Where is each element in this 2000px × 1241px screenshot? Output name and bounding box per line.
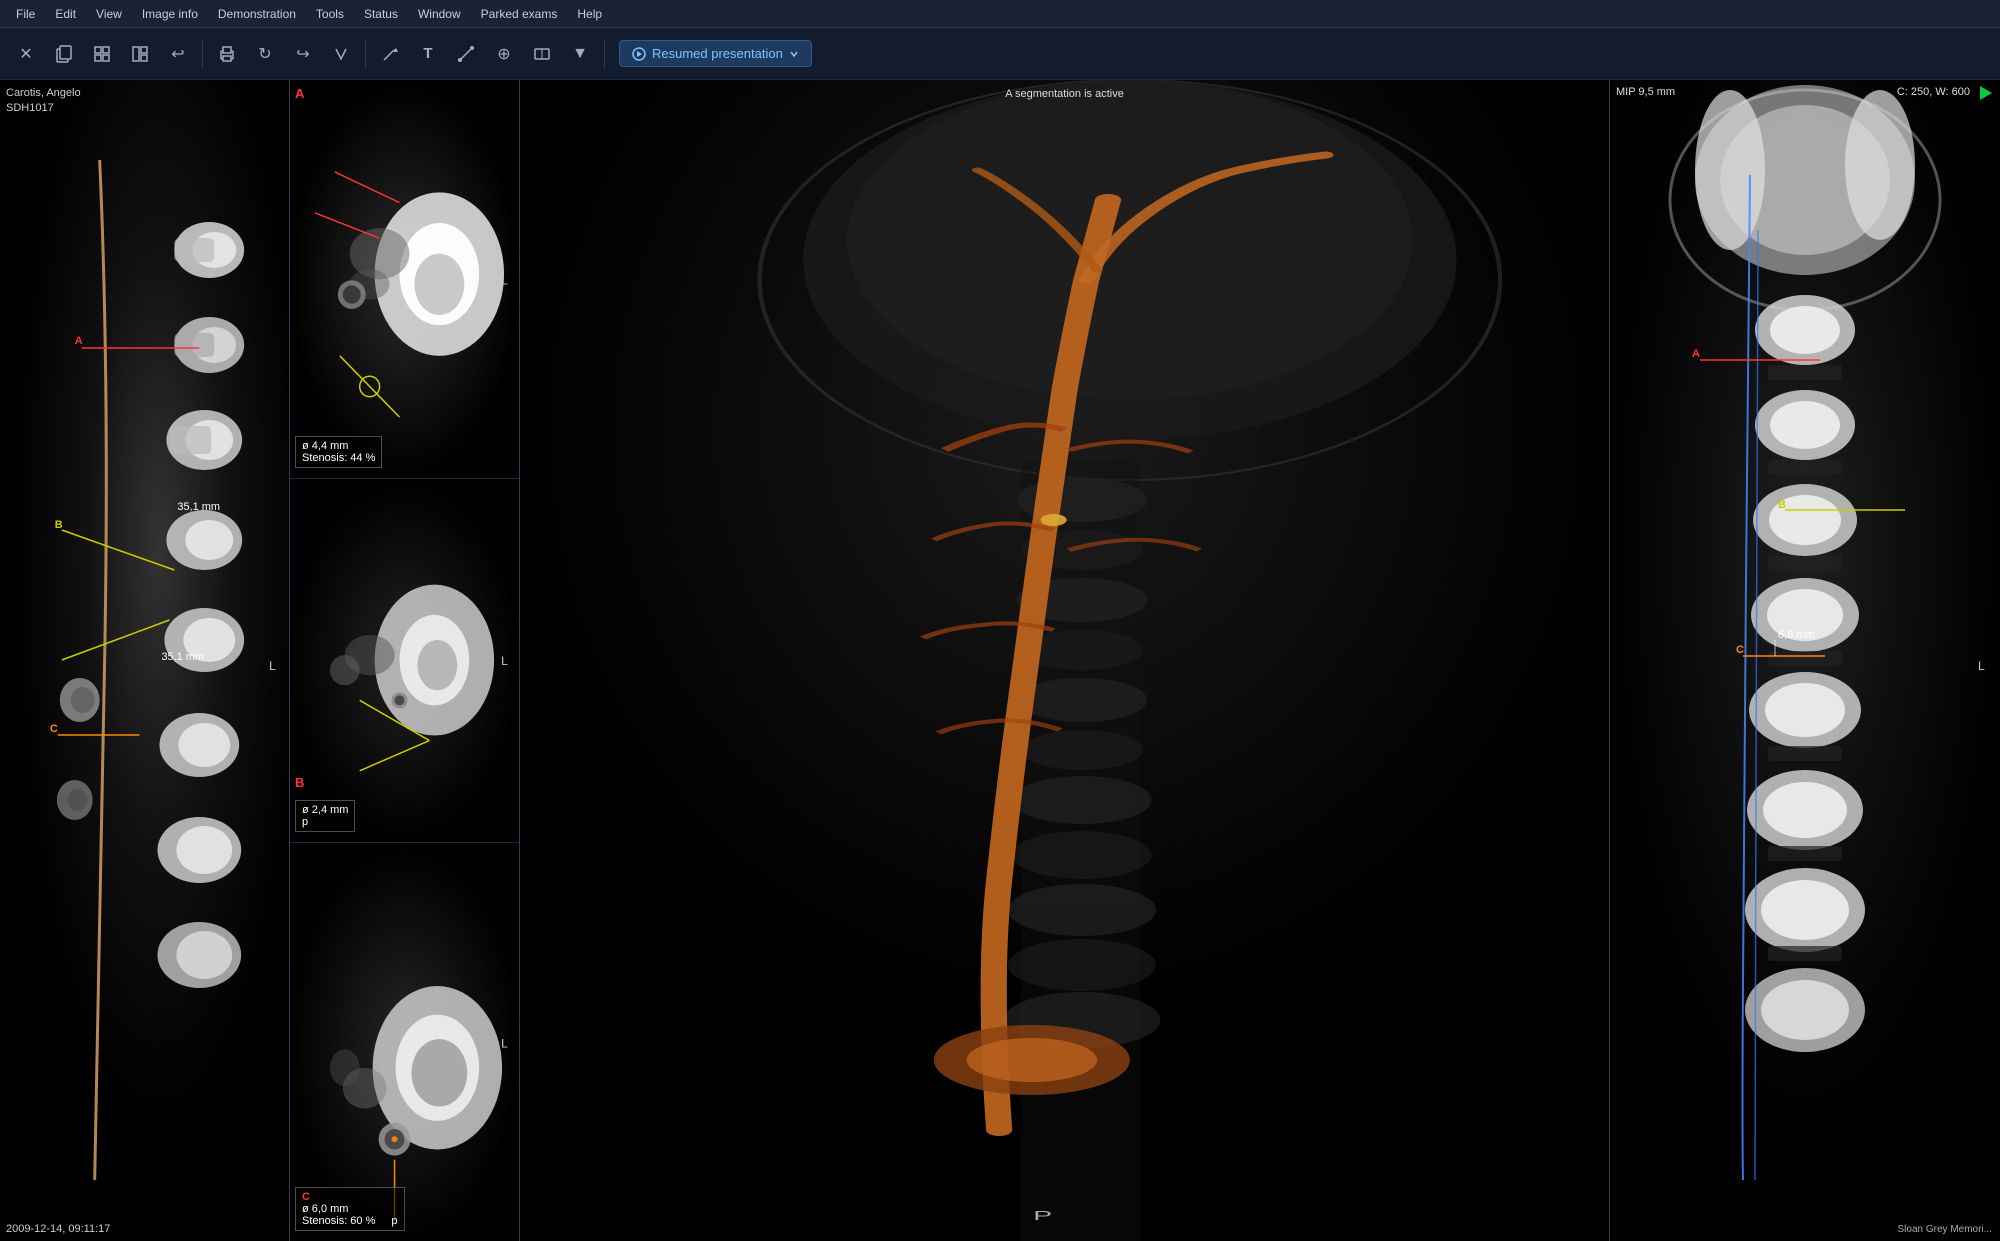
axial-c-measurements: C ø 6,0 mm Stenosis: 60 % p	[295, 1187, 405, 1231]
svg-text:C: C	[1736, 644, 1744, 656]
axial-c-suffix: p	[391, 1215, 397, 1227]
menu-status[interactable]: Status	[356, 5, 406, 23]
svg-text:C: C	[50, 723, 58, 735]
viewer-area: A B 35,1 mm 35,1 mm C L Carotis, Angelo …	[0, 80, 2000, 1241]
resumed-presentation-label: Resumed presentation	[652, 46, 783, 61]
svg-text:A: A	[75, 335, 83, 347]
svg-text:B: B	[1778, 499, 1786, 511]
svg-text:L: L	[1978, 659, 1985, 673]
svg-text:P: P	[1033, 1208, 1052, 1223]
menu-help[interactable]: Help	[569, 5, 610, 23]
svg-text:L: L	[501, 1036, 508, 1050]
axial-panel-c: L C ø 6,0 mm Stenosis: 60 % p	[290, 843, 519, 1241]
axial-panel-b: L B ø 2,4 mm p	[290, 479, 519, 842]
menu-window[interactable]: Window	[410, 5, 469, 23]
right-panel: A B C 6,8 mm L MIP 9,5 mm C: 250, W: 600	[1610, 80, 2000, 1241]
axial-c-stenosis: Stenosis: 60 %	[302, 1215, 375, 1227]
axial-a-label: A	[295, 85, 304, 103]
axial-panel-a: L A ø 4,4 mm Stenosis: 44 %	[290, 80, 519, 479]
patient-id: SDH1017	[6, 101, 81, 116]
cw-label: C: 250, W: 600	[1897, 86, 1970, 98]
menu-file[interactable]: File	[8, 5, 43, 23]
svg-text:6,8 mm: 6,8 mm	[1778, 629, 1815, 641]
forward-button[interactable]: ↪	[285, 36, 321, 72]
axial-b-measurements: ø 2,4 mm p	[295, 800, 355, 832]
svg-text:B: B	[55, 519, 63, 531]
axial-b-suffix: p	[302, 816, 308, 828]
line-button[interactable]	[448, 36, 484, 72]
middle-panel: L A ø 4,4 mm Stenosis: 44 %	[290, 80, 520, 1241]
axial-a-measurements: ø 4,4 mm Stenosis: 44 %	[295, 436, 382, 468]
svg-text:L: L	[501, 273, 508, 287]
menu-demonstration[interactable]: Demonstration	[210, 5, 304, 23]
menu-image-info[interactable]: Image info	[134, 5, 206, 23]
svg-text:A: A	[1692, 348, 1700, 360]
separator-2	[365, 39, 366, 69]
print-button[interactable]	[209, 36, 245, 72]
close-button[interactable]: ✕	[8, 36, 44, 72]
svg-text:L: L	[501, 654, 508, 668]
timestamp: 2009-12-14, 09:11:17	[6, 1223, 110, 1235]
institution-label: Sloan Grey Memori...	[1898, 1224, 1992, 1235]
axial-b-label: B	[295, 774, 304, 792]
menu-bar: File Edit View Image info Demonstration …	[0, 0, 2000, 28]
toolbar: ✕ ↩ ↻ ↪ T ⊕ ▼ Resumed presentation	[0, 28, 2000, 80]
left-panel: A B 35,1 mm 35,1 mm C L Carotis, Angelo …	[0, 80, 290, 1241]
layout2-button[interactable]	[524, 36, 560, 72]
patient-info: Carotis, Angelo SDH1017	[6, 86, 81, 117]
axial-b-diameter: ø 2,4 mm	[302, 804, 348, 816]
back-button[interactable]: ↩	[160, 36, 196, 72]
svg-text:L: L	[269, 659, 276, 673]
menu-tools[interactable]: Tools	[308, 5, 352, 23]
play-button[interactable]	[1980, 86, 1992, 100]
menu-edit[interactable]: Edit	[47, 5, 84, 23]
axial-a-stenosis: Stenosis: 44 %	[302, 452, 375, 464]
svg-text:35,1 mm: 35,1 mm	[177, 501, 220, 513]
menu-parked-exams[interactable]: Parked exams	[473, 5, 566, 23]
patient-name: Carotis, Angelo	[6, 86, 81, 101]
axial-c-diameter: ø 6,0 mm	[302, 1203, 398, 1215]
3d-panel: P A segmentation is active	[520, 80, 1610, 1241]
resumed-presentation-button[interactable]: Resumed presentation	[619, 40, 812, 67]
layout-button[interactable]	[122, 36, 158, 72]
rotate-button[interactable]: ↻	[247, 36, 283, 72]
copy-button[interactable]	[46, 36, 82, 72]
separator-3	[604, 39, 605, 69]
text-button[interactable]: T	[410, 36, 446, 72]
segmentation-active-notice: A segmentation is active	[1005, 88, 1124, 100]
expand-button[interactable]: ▼	[562, 36, 598, 72]
menu-view[interactable]: View	[88, 5, 130, 23]
axial-a-diameter: ø 4,4 mm	[302, 440, 375, 452]
annotate-button[interactable]	[372, 36, 408, 72]
target-button[interactable]: ⊕	[486, 36, 522, 72]
mip-label: MIP 9,5 mm	[1616, 86, 1675, 98]
svg-text:35,1 mm: 35,1 mm	[161, 651, 204, 663]
nav-button[interactable]	[323, 36, 359, 72]
separator-1	[202, 39, 203, 69]
grid-button[interactable]	[84, 36, 120, 72]
